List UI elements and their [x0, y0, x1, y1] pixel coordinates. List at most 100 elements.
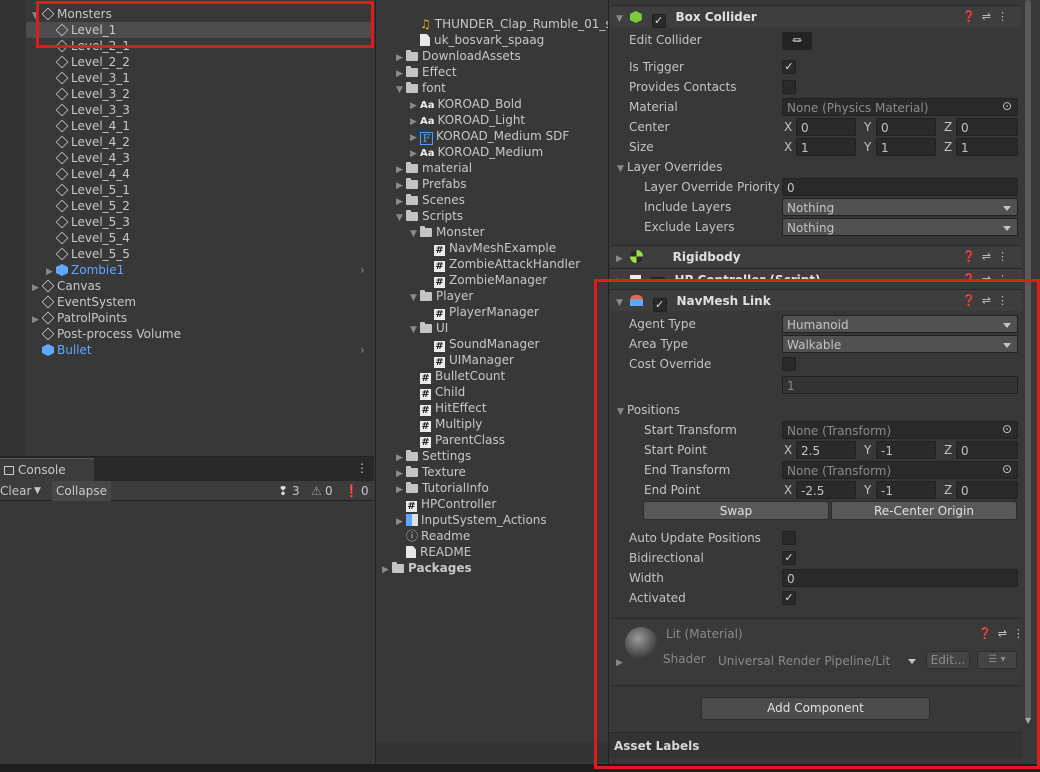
- center-y-field[interactable]: 0: [876, 118, 936, 136]
- hierarchy-item-level-4-4[interactable]: Level_4_4: [26, 166, 374, 182]
- project-item-settings[interactable]: ▶ Settings: [396, 448, 471, 464]
- size-z-field[interactable]: 1: [956, 138, 1018, 156]
- project-item-inputsystem-actions[interactable]: ▶ InputSystem_Actions: [396, 512, 547, 528]
- hierarchy-item-zombie1[interactable]: ▶ Zombie1 ›: [26, 262, 374, 278]
- project-item-tutorialinfo[interactable]: ▶ TutorialInfo: [396, 480, 489, 496]
- foldout-arrow-icon[interactable]: ▼: [396, 210, 406, 226]
- project-item-texture[interactable]: ▶ Texture: [396, 464, 466, 480]
- info-count-icon[interactable]: ❢: [278, 481, 288, 501]
- hierarchy-item-level-3-1[interactable]: Level_3_1: [26, 70, 374, 86]
- foldout-arrow-icon[interactable]: ▼: [396, 82, 406, 98]
- project-item-downloadassets[interactable]: ▶ DownloadAssets: [396, 48, 521, 64]
- project-item-parentclass[interactable]: # ParentClass: [410, 432, 505, 448]
- collapse-button[interactable]: Collapse: [52, 481, 111, 501]
- hierarchy-item-level-5-1[interactable]: Level_5_1: [26, 182, 374, 198]
- hierarchy-item-canvas[interactable]: ▶ Canvas: [26, 278, 374, 294]
- hierarchy-item-level-4-2[interactable]: Level_4_2: [26, 134, 374, 150]
- folder-icon: [406, 178, 418, 189]
- layer-override-priority-field[interactable]: 0: [782, 178, 1018, 196]
- hierarchy-item-level-4-3[interactable]: Level_4_3: [26, 150, 374, 166]
- edit-collider-button[interactable]: ⏛: [782, 32, 812, 50]
- material-field[interactable]: None (Physics Material): [782, 98, 1018, 116]
- project-item-material[interactable]: ▶ material: [396, 160, 472, 176]
- hierarchy-item-level-3-2[interactable]: Level_3_2: [26, 86, 374, 102]
- project-item-packages[interactable]: ▶ Packages: [382, 560, 472, 576]
- hierarchy-item-level-4-1[interactable]: Level_4_1: [26, 118, 374, 134]
- project-item-child[interactable]: # Child: [410, 384, 465, 400]
- component-header-icons[interactable]: ❓⇌⋮: [962, 246, 1014, 268]
- hierarchy-item-level-5-5[interactable]: Level_5_5: [26, 246, 374, 262]
- clear-button[interactable]: Clear: [0, 481, 31, 501]
- project-item-zombiemanager[interactable]: # ZombieManager: [424, 272, 547, 288]
- project-item-navmeshexample[interactable]: # NavMeshExample: [424, 240, 556, 256]
- chevron-right-icon[interactable]: ›: [360, 262, 365, 278]
- hierarchy-item-patrolpoints[interactable]: ▶ PatrolPoints: [26, 310, 374, 326]
- project-item-zombieattackhandler[interactable]: # ZombieAttackHandler: [424, 256, 580, 272]
- project-item-prefabs[interactable]: ▶ Prefabs: [396, 176, 467, 192]
- error-count-icon[interactable]: ❗: [344, 481, 359, 501]
- script-icon: #: [434, 341, 445, 352]
- center-x-field[interactable]: 0: [796, 118, 856, 136]
- project-item-readme[interactable]: ⓘ Readme: [396, 528, 470, 544]
- center-z-field[interactable]: 0: [956, 118, 1018, 136]
- hierarchy-item-level-5-2[interactable]: Level_5_2: [26, 198, 374, 214]
- project-item-koroad-light[interactable]: ▶ Aa KOROAD_Light: [410, 112, 525, 128]
- console-tab[interactable]: Console: [0, 458, 94, 481]
- console-panel: Console ⋮ Clear ▼ Collapse ❢ 3 ⚠ 0 ❗ 0: [0, 456, 374, 772]
- box-collider-header[interactable]: ▼ ✓ Box Collider ❓⇌⋮: [610, 5, 1022, 30]
- provides-contacts-checkbox[interactable]: [782, 80, 796, 94]
- project-item-soundmanager[interactable]: # SoundManager: [424, 336, 539, 352]
- rigidbody-header[interactable]: ▶ Rigidbody ❓⇌⋮: [610, 245, 1022, 267]
- size-y-field[interactable]: 1: [876, 138, 936, 156]
- hierarchy-item-level-3-3[interactable]: Level_3_3: [26, 102, 374, 118]
- hierarchy-item-post-process-volume[interactable]: Post-process Volume: [26, 326, 374, 342]
- rigidbody-foldout-icon[interactable]: ▶: [616, 248, 626, 270]
- layer-overrides-foldout-icon[interactable]: ▼: [617, 159, 627, 179]
- project-item-scenes[interactable]: ▶ Scenes: [396, 192, 465, 208]
- project-item-koroad-medium-sdf[interactable]: ▶ F KOROAD_Medium SDF: [410, 128, 569, 145]
- material-picker-icon[interactable]: ⊙: [1002, 99, 1012, 113]
- box-collider-enabled-checkbox[interactable]: ✓: [651, 14, 666, 28]
- project-item-player[interactable]: ▼ Player: [410, 288, 473, 304]
- exclude-layers-dropdown[interactable]: Nothing: [782, 218, 1018, 236]
- chevron-right-icon[interactable]: ›: [360, 342, 365, 358]
- hierarchy-item-bullet[interactable]: Bullet ›: [26, 342, 374, 358]
- project-item-playermanager[interactable]: # PlayerManager: [424, 304, 539, 320]
- project-item-label: HitEffect: [435, 401, 487, 415]
- component-header-icons[interactable]: ❓⇌⋮: [962, 6, 1014, 28]
- layer-overrides-foldout[interactable]: ▼ Layer Overrides: [617, 157, 722, 177]
- size-x-field[interactable]: 1: [796, 138, 856, 156]
- project-item-hpcontroller[interactable]: # HPController: [396, 496, 496, 512]
- script-icon: #: [434, 245, 445, 256]
- project-item-scripts[interactable]: ▼ Scripts: [396, 208, 463, 224]
- foldout-arrow-icon[interactable]: ▼: [410, 290, 420, 306]
- warning-count-icon[interactable]: ⚠: [311, 481, 322, 501]
- project-item-ui[interactable]: ▼ UI: [410, 320, 448, 336]
- project-item-font[interactable]: ▼ font: [396, 80, 446, 96]
- hierarchy-item-level-2-2[interactable]: Level_2_2: [26, 54, 374, 70]
- project-item-multiply[interactable]: # Multiply: [410, 416, 482, 432]
- project-item-koroad-bold[interactable]: ▶ Aa KOROAD_Bold: [410, 96, 522, 112]
- foldout-arrow-icon[interactable]: ▼: [410, 226, 420, 242]
- console-menu-icon[interactable]: ⋮: [356, 461, 368, 475]
- clear-dropdown-icon[interactable]: ▼: [34, 481, 41, 501]
- project-item-koroad-medium[interactable]: ▶ Aa KOROAD_Medium: [410, 144, 543, 160]
- project-item-monster[interactable]: ▼ Monster: [410, 224, 485, 240]
- hierarchy-item-eventsystem[interactable]: EventSystem: [26, 294, 374, 310]
- hierarchy-item-label: Zombie1: [71, 263, 125, 277]
- is-trigger-checkbox[interactable]: ✓: [782, 60, 796, 74]
- foldout-arrow-icon[interactable]: ▶: [382, 562, 392, 578]
- project-item-thunder-clap-rumble-01-st[interactable]: ♫ THUNDER_Clap_Rumble_01_st: [410, 16, 608, 32]
- foldout-arrow-icon[interactable]: ▼: [410, 322, 420, 338]
- project-item-effect[interactable]: ▶ Effect: [396, 64, 457, 80]
- project-item-uk-bosvark-spaag[interactable]: uk_bosvark_spaag: [410, 32, 544, 48]
- project-item-bulletcount[interactable]: # BulletCount: [410, 368, 505, 384]
- hierarchy-item-level-5-3[interactable]: Level_5_3: [26, 214, 374, 230]
- project-item-hiteffect[interactable]: # HitEffect: [410, 400, 487, 416]
- hierarchy-item-label: Level_2_2: [71, 55, 130, 69]
- project-item-readme[interactable]: README: [396, 544, 471, 560]
- project-item-uimanager[interactable]: # UIManager: [424, 352, 514, 368]
- hierarchy-item-level-5-4[interactable]: Level_5_4: [26, 230, 374, 246]
- include-layers-dropdown[interactable]: Nothing: [782, 198, 1018, 216]
- box-collider-foldout-icon[interactable]: ▼: [616, 8, 626, 30]
